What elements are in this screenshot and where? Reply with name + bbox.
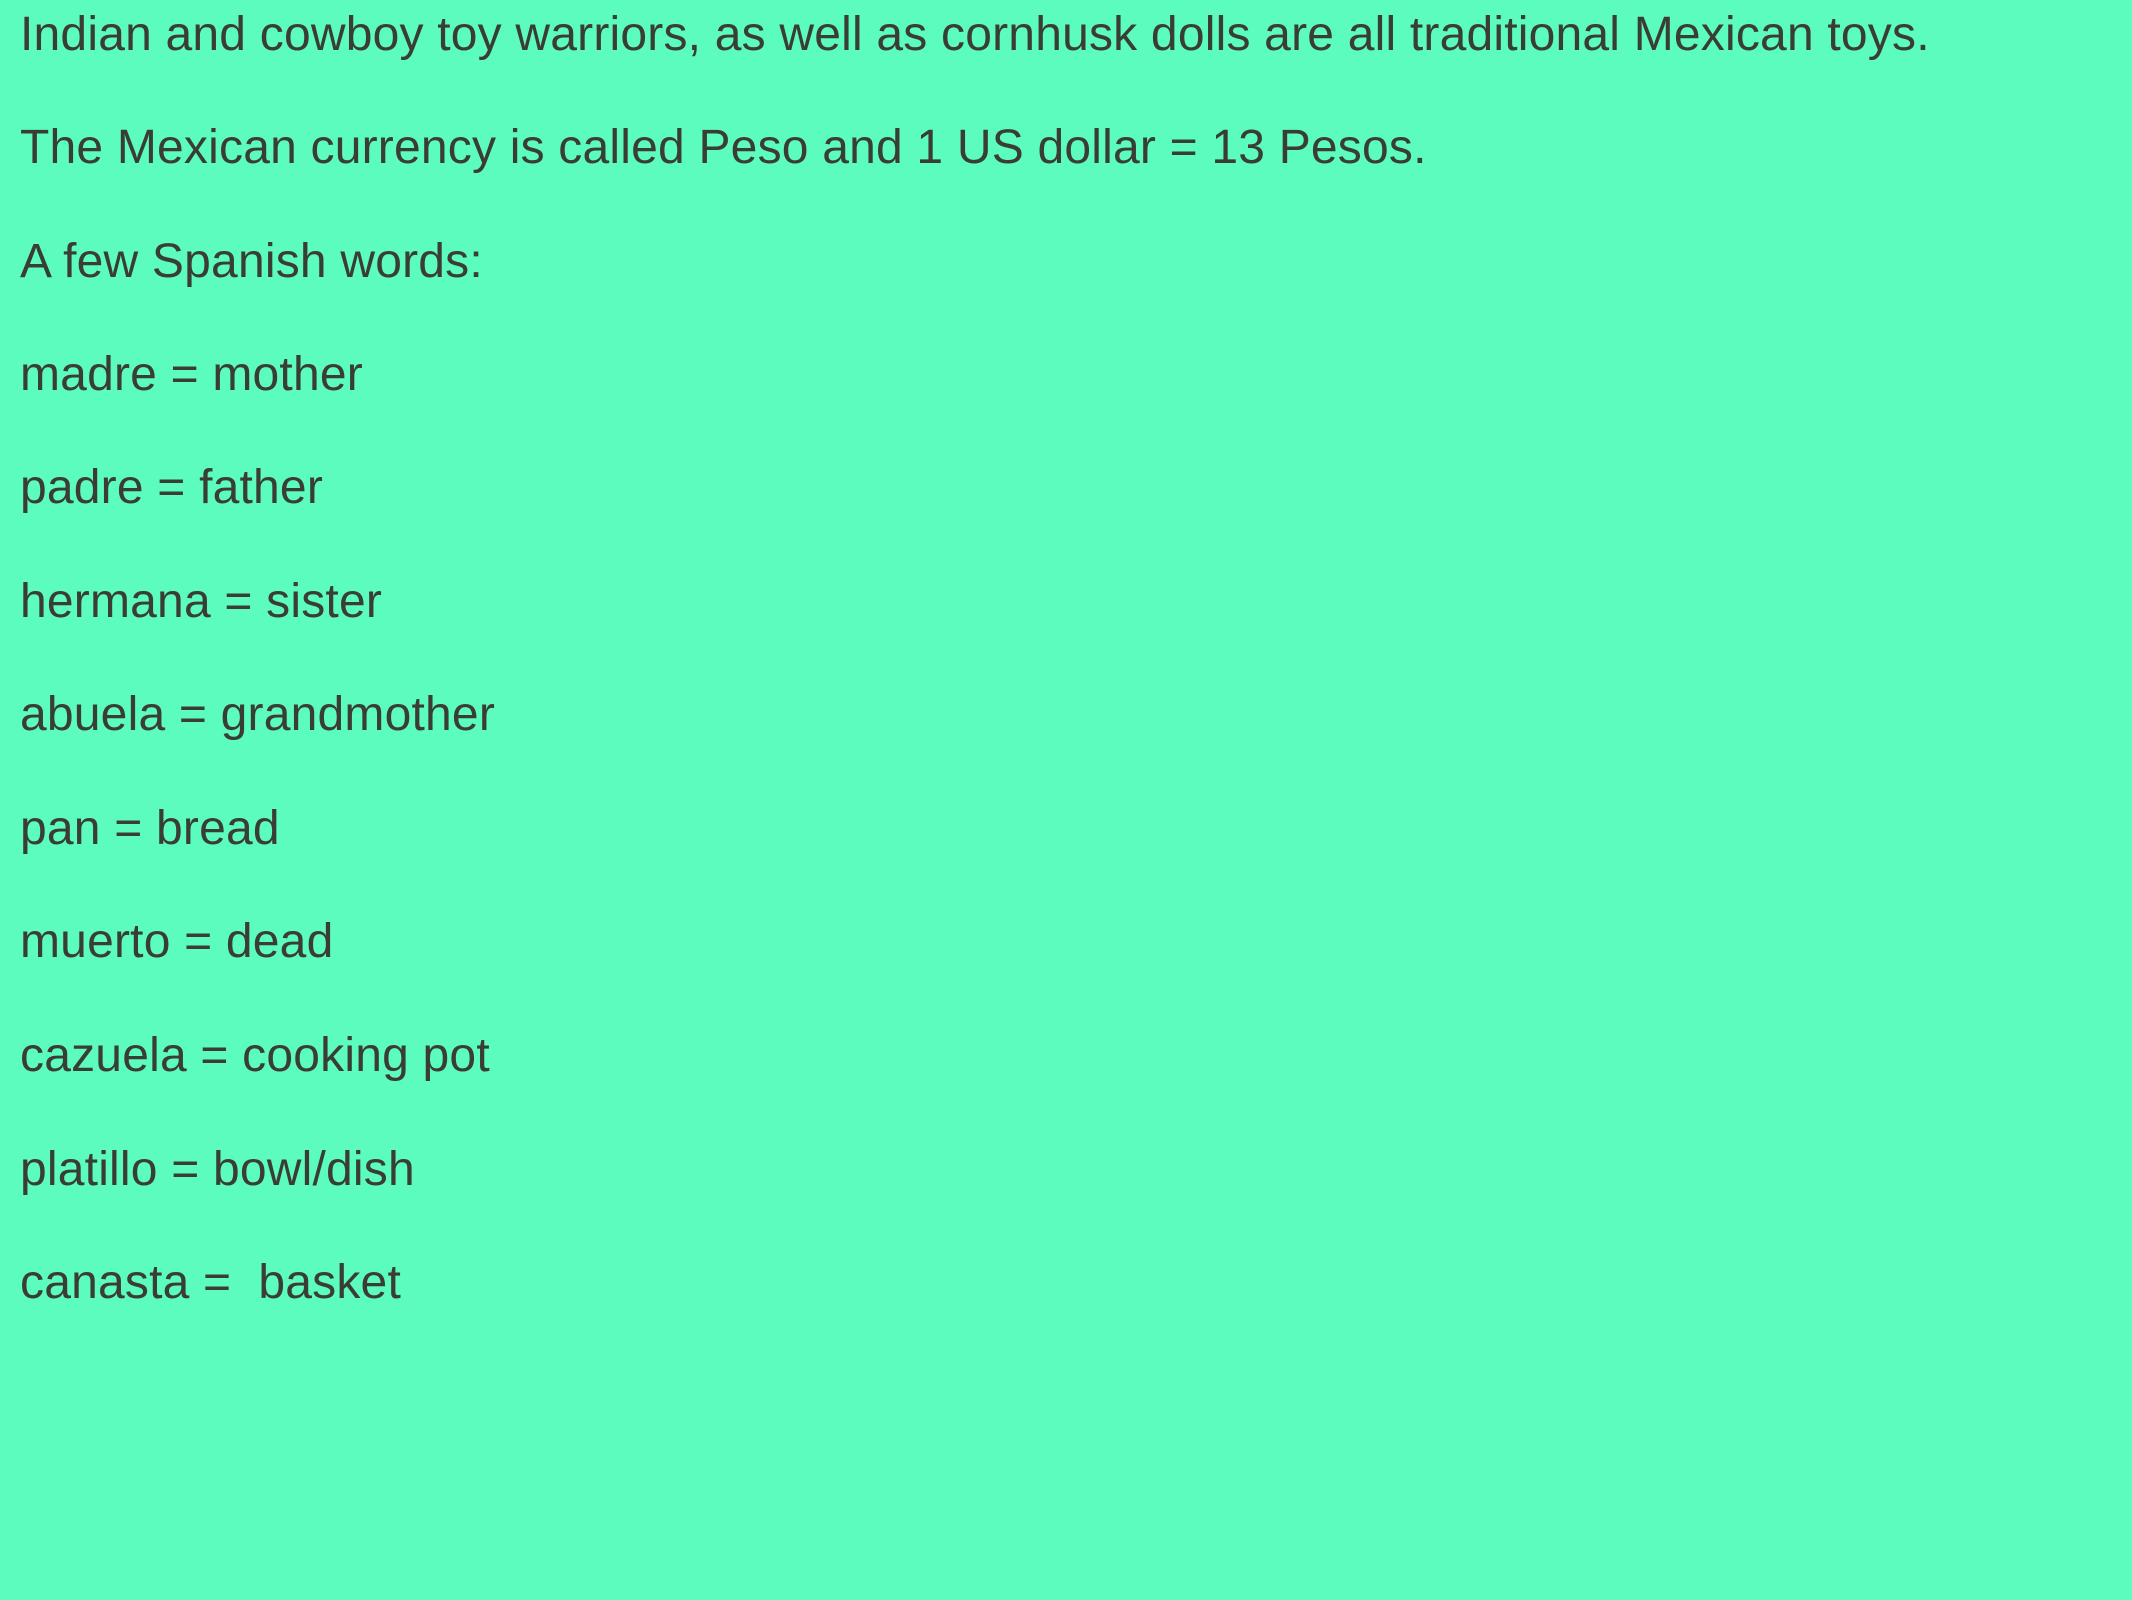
vocab-item-pan: pan = bread [20, 802, 280, 855]
document-page: Indian and cowboy toy warriors, as well … [0, 0, 2132, 1600]
vocab-item-canasta: canasta = basket [20, 1256, 401, 1309]
vocab-item-abuela: abuela = grandmother [20, 688, 495, 741]
vocab-item-hermana: hermana = sister [20, 575, 383, 628]
currency-paragraph: The Mexican currency is called Peso and … [20, 121, 1427, 174]
vocab-item-muerto: muerto = dead [20, 915, 334, 968]
vocab-item-padre: padre = father [20, 461, 324, 514]
vocab-item-platillo: platillo = bowl/dish [20, 1143, 415, 1196]
spanish-words-intro: A few Spanish words: [20, 235, 483, 288]
vocab-item-madre: madre = mother [20, 348, 363, 401]
vocab-item-cazuela: cazuela = cooking pot [20, 1029, 490, 1082]
toys-paragraph: Indian and cowboy toy warriors, as well … [20, 8, 1930, 61]
